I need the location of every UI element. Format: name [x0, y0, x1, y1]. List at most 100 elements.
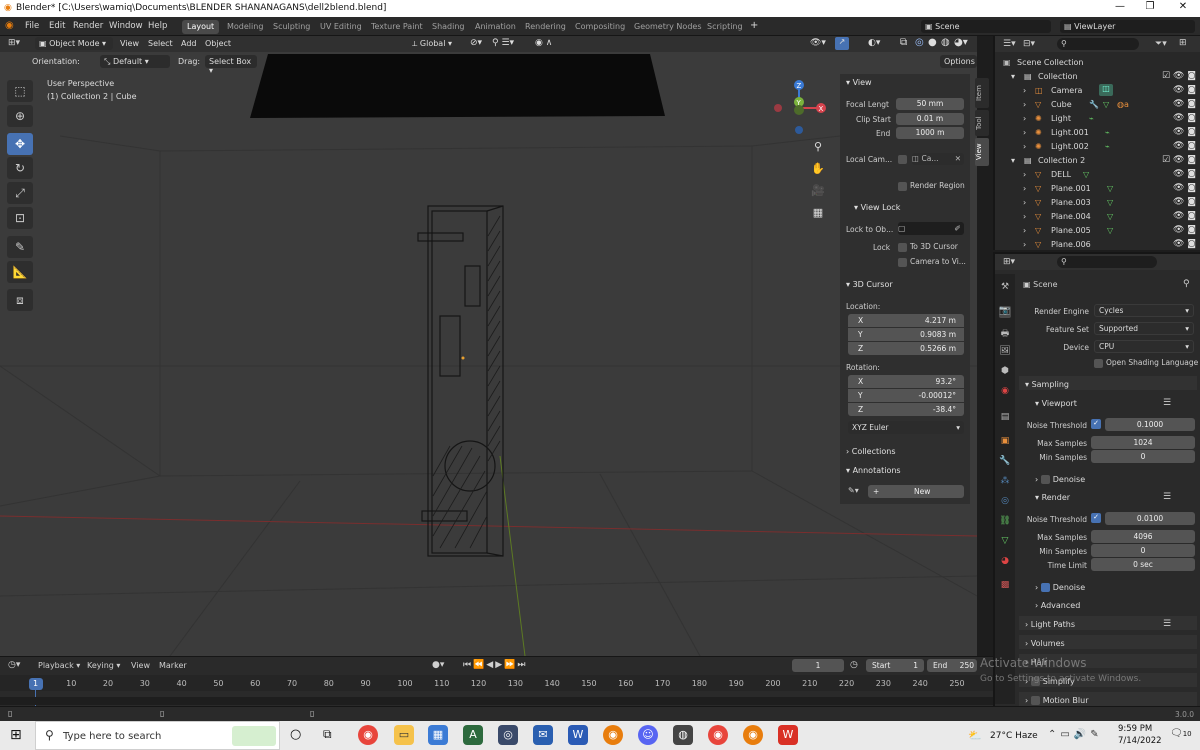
outliner-row[interactable]: › ▽ Plane.005 ▽ 👁 ◙ [995, 224, 1200, 238]
move-tool-icon[interactable]: ✥ [7, 133, 33, 155]
clip-start-field[interactable]: 0.01 m [896, 113, 964, 125]
close-button[interactable]: ✕ [1168, 1, 1198, 12]
outliner-row[interactable]: › ▽ DELL ▽ 👁 ◙ [995, 168, 1200, 182]
local-camera-checkbox[interactable] [898, 155, 907, 164]
expand-icon[interactable]: › [1023, 142, 1026, 151]
row-visibility-icons[interactable]: 👁 ◙ [1173, 99, 1196, 109]
rotate-tool-icon[interactable]: ↻ [7, 157, 33, 179]
viewport-min-samples-field[interactable]: 0 [1091, 450, 1195, 463]
clock-date[interactable]: 7/14/2022 [1118, 736, 1162, 746]
row-visibility-icons[interactable]: 👁 ◙ [1173, 141, 1196, 151]
tab-sculpting[interactable]: Sculpting [268, 20, 315, 34]
render-min-samples-field[interactable]: 0 [1091, 544, 1195, 557]
motion-blur-checkbox[interactable] [1030, 696, 1040, 705]
gizmo-toggle-icon[interactable]: ↗ [835, 37, 849, 50]
eyedropper-icon[interactable]: ✐ [954, 222, 961, 235]
row-visibility-icons[interactable]: 👁 ◙ [1173, 239, 1196, 249]
expand-icon[interactable]: › [1023, 128, 1026, 137]
outliner-row[interactable]: ▾ ▤ Collection 2 ☑ 👁 ◙ [995, 154, 1200, 168]
row-visibility-icons[interactable]: 👁 ◙ [1173, 127, 1196, 137]
overlay-icon[interactable]: ◐▾ [868, 38, 880, 48]
pin-icon[interactable]: ⚲ [1183, 279, 1190, 289]
app-headset-icon[interactable]: ◍ [673, 725, 693, 745]
menu-timeline-view[interactable]: View [131, 661, 150, 670]
local-camera-field[interactable]: ◫ Ca... ✕ [912, 153, 964, 165]
viewport-subheader[interactable]: ▾ Viewport [1035, 399, 1077, 408]
render-engine-dropdown[interactable]: Cycles ▾ [1094, 304, 1194, 317]
notification-icon[interactable]: 🗨10 [1170, 728, 1192, 739]
blender-active-icon[interactable]: ◉ [743, 725, 763, 745]
chrome-icon[interactable]: ◉ [708, 725, 728, 745]
end-frame-field[interactable]: End 250 [927, 659, 977, 672]
outliner-row[interactable]: › ▽ Plane.004 ▽ 👁 ◙ [995, 210, 1200, 224]
visibility-icon[interactable]: 👁▾ [810, 38, 826, 48]
menu-view[interactable]: View [120, 39, 139, 48]
menu-render[interactable]: Render [73, 21, 103, 31]
data-tab-icon[interactable]: ▽ [999, 536, 1011, 548]
viewport-denoise-checkbox[interactable] [1040, 475, 1050, 484]
tab-modeling[interactable]: Modeling [222, 20, 268, 34]
osl-checkbox[interactable] [1094, 358, 1103, 368]
scene-selector[interactable]: ▣ Scene [921, 20, 1051, 33]
tab-tool[interactable]: Tool [975, 110, 989, 136]
lock-object-field[interactable]: ▢ ✐ [898, 222, 964, 235]
world-tab-icon[interactable]: ◉ [999, 386, 1011, 398]
expand-icon[interactable]: › [1023, 170, 1026, 179]
zoom-icon[interactable]: ⚲ [808, 137, 828, 157]
camera-view-icon[interactable]: 🎥 [808, 181, 828, 201]
camera-data-icon[interactable]: ◫ [1099, 84, 1113, 96]
start-frame-field[interactable]: Start 1 [866, 659, 924, 672]
record-icon[interactable]: ●▾ [432, 660, 444, 670]
texture-tab-icon[interactable]: ▩ [999, 580, 1011, 592]
row-visibility-icons[interactable]: 👁 ◙ [1173, 197, 1196, 207]
view-lock-header[interactable]: ▾ View Lock [854, 203, 900, 212]
timeline-editor-icon[interactable]: ◷▾ [8, 660, 20, 670]
row-visibility-icons[interactable]: ☑ 👁 ◙ [1162, 155, 1196, 165]
time-limit-field[interactable]: 0 sec [1091, 558, 1195, 571]
chrome-icon[interactable]: ◉ [358, 725, 378, 745]
view-layer-selector[interactable]: ▤ ViewLayer [1060, 20, 1195, 33]
weather-text[interactable]: 27°C Haze [990, 731, 1038, 741]
render-noise-checkbox[interactable]: ✓ [1091, 513, 1101, 523]
cursor-rotation-y[interactable]: Y -0.00012° [848, 389, 964, 402]
snap-icon[interactable]: ⚲ ☰▾ [492, 38, 514, 48]
menu-playback[interactable]: Playback ▾ [38, 661, 80, 670]
outliner-row[interactable]: › ▽ Plane.003 ▽ 👁 ◙ [995, 196, 1200, 210]
row-visibility-icons[interactable]: 👁 ◙ [1173, 113, 1196, 123]
expand-icon[interactable]: › [1023, 86, 1026, 95]
expand-icon[interactable]: › [1023, 240, 1026, 249]
menu-window[interactable]: Window [109, 21, 143, 31]
menu-keying[interactable]: Keying ▾ [87, 661, 120, 670]
annotation-layer-icon[interactable]: ✎▾ [848, 486, 859, 495]
discord-icon[interactable]: ☺ [638, 725, 658, 745]
mail-icon[interactable]: ✉ [533, 725, 553, 745]
row-visibility-icons[interactable]: 👁 ◙ [1173, 225, 1196, 235]
solid-shading-icon[interactable]: ● [928, 37, 937, 48]
tab-compositing[interactable]: Compositing [570, 20, 630, 34]
wps-icon[interactable]: W [778, 725, 798, 745]
tab-layout[interactable]: Layout [182, 20, 220, 34]
proportional-editing-icon[interactable]: ◉ ∧ [535, 38, 552, 48]
playback-controls[interactable]: ⏮⏪◀▶⏩⏭ [463, 660, 527, 670]
transform-tool-icon[interactable]: ⊡ [7, 207, 33, 229]
windows-start-icon[interactable]: ⊞ [10, 727, 22, 743]
ortho-grid-icon[interactable]: ▦ [808, 203, 828, 223]
expand-icon[interactable]: ▾ [1011, 156, 1015, 165]
expand-icon[interactable]: › [1023, 184, 1026, 193]
measure-tool-icon[interactable]: 📐 [7, 261, 33, 283]
outliner-row[interactable]: › ▽ Cube 🔧 ▽ ◍a 👁 ◙ [995, 98, 1200, 112]
expand-icon[interactable]: › [1023, 226, 1026, 235]
collection-tab-icon[interactable]: ▤ [999, 412, 1011, 424]
editor-type-icon[interactable]: ⊞▾ [8, 38, 20, 48]
expand-icon[interactable]: › [1023, 198, 1026, 207]
drag-selector[interactable]: Select Box ▾ [205, 55, 257, 75]
blender-menu-icon[interactable]: ◉ [5, 20, 14, 31]
tab-shading[interactable]: Shading [427, 20, 470, 34]
render-noise-field[interactable]: 0.0100 [1105, 512, 1195, 525]
scale-tool-icon[interactable]: ⤢ [7, 182, 33, 204]
material-tab-icon[interactable]: ◕ [999, 556, 1011, 568]
tab-item[interactable]: Item [975, 78, 989, 108]
menu-select[interactable]: Select [148, 39, 173, 48]
task-view-icon[interactable]: ⧉ [323, 727, 332, 742]
row-visibility-icons[interactable]: ☑ 👁 ◙ [1162, 71, 1196, 81]
